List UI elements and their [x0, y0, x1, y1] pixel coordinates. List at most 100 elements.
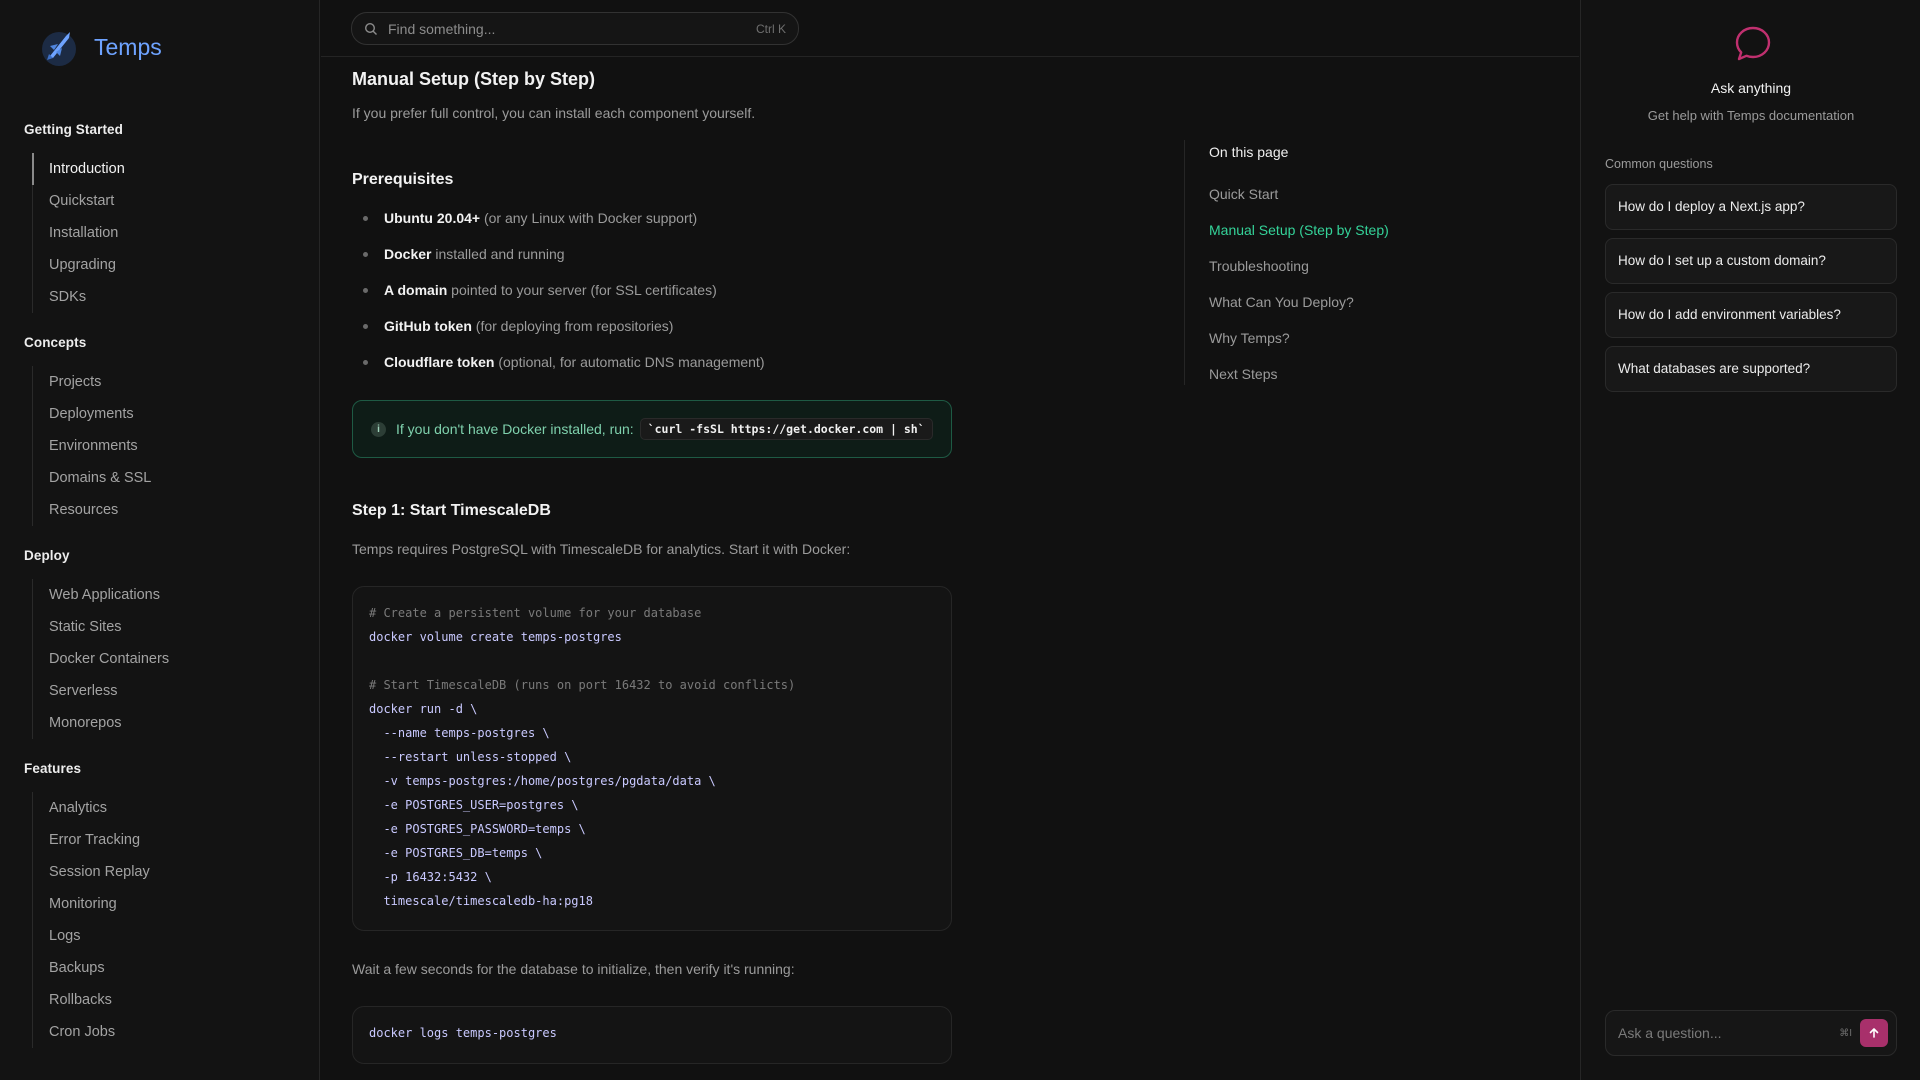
common-questions-list: How do I deploy a Next.js app? How do I s…	[1605, 184, 1897, 400]
chat-bubble-icon	[1735, 26, 1771, 61]
list-item: Ubuntu 20.04+ (or any Linux with Docker …	[352, 200, 952, 236]
callout-code[interactable]: `curl -fsSL https://get.docker.com | sh`	[639, 418, 933, 440]
assistant-panel: Ask anything Get help with Temps documen…	[1580, 0, 1920, 1080]
prerequisites-list: Ubuntu 20.04+ (or any Linux with Docker …	[352, 200, 952, 380]
toc-item-quick-start[interactable]: Quick Start	[1209, 176, 1414, 212]
section-title: Manual Setup (Step by Step)	[352, 69, 596, 89]
search-icon	[364, 22, 377, 35]
send-button[interactable]	[1860, 1019, 1888, 1047]
sidebar-item-environments[interactable]: Environments	[33, 430, 304, 462]
sidebar-item-rollbacks[interactable]: Rollbacks	[33, 984, 304, 1016]
sidebar-nav: Getting Started Introduction Quickstart Ins…	[24, 122, 304, 1070]
toc-title: On this page	[1209, 144, 1289, 160]
code-line: -e POSTGRES_PASSWORD=temps \	[369, 822, 586, 836]
topbar: Find something... Ctrl K	[321, 0, 1579, 57]
step1-intro: Temps requires PostgreSQL with Timescale…	[352, 541, 851, 557]
search-placeholder: Find something...	[388, 20, 496, 37]
code-block-timescaledb[interactable]: # Create a persistent volume for your da…	[352, 586, 952, 931]
code-block-logs[interactable]: docker logs temps-postgres	[352, 1006, 952, 1064]
prereq-detail: (optional, for automatic DNS management)	[494, 354, 765, 370]
prereq-name: Ubuntu 20.04+	[384, 210, 481, 226]
sidebar-item-monorepos[interactable]: Monorepos	[33, 707, 304, 739]
list-item: Cloudflare token (optional, for automati…	[352, 344, 952, 380]
nav-group-title: Features	[24, 761, 82, 776]
nav-group-items: Analytics Error Tracking Session Replay Mon…	[32, 792, 304, 1048]
code-line: docker volume create temps-postgres	[369, 630, 622, 644]
nav-group-items: Introduction Quickstart Installation Upgrad…	[32, 153, 304, 313]
nav-group: Concepts Projects Deployments Environments D…	[24, 335, 304, 526]
prereq-detail: (for deploying from repositories)	[471, 318, 674, 334]
prereq-name: Docker	[384, 246, 432, 262]
sidebar-item-static-sites[interactable]: Static Sites	[33, 611, 304, 643]
common-question-button[interactable]: How do I set up a custom domain?	[1605, 238, 1897, 284]
code-line: docker logs temps-postgres	[369, 1026, 557, 1040]
sidebar-item-monitoring[interactable]: Monitoring	[33, 888, 304, 920]
sidebar-item-deployments[interactable]: Deployments	[33, 398, 304, 430]
code-line: -e POSTGRES_DB=temps \	[369, 846, 543, 860]
code-line: --name temps-postgres \	[369, 726, 550, 740]
nav-group: Getting Started Introduction Quickstart Ins…	[24, 122, 304, 313]
rocket-logo-icon	[42, 32, 76, 66]
sidebar-item-projects[interactable]: Projects	[33, 366, 304, 398]
code-line: # Create a persistent volume for your da…	[369, 606, 702, 620]
code-line: timescale/timescaledb-ha:pg18	[369, 894, 593, 908]
search-input[interactable]: Find something... Ctrl K	[351, 12, 799, 45]
prereq-name: A domain	[384, 282, 448, 298]
search-shortcut: Ctrl K	[756, 21, 786, 36]
nav-group: Deploy Web Applications Static Sites Docker…	[24, 548, 304, 739]
list-item: A domain pointed to your server (for SSL…	[352, 272, 952, 308]
docker-install-callout: i If you don't have Docker installed, ru…	[352, 400, 952, 458]
sidebar-item-backups[interactable]: Backups	[33, 952, 304, 984]
callout-text: If you don't have Docker installed, run:	[396, 421, 634, 437]
code-line: -p 16432:5432 \	[369, 870, 492, 884]
sidebar-item-cron-jobs[interactable]: Cron Jobs	[33, 1016, 304, 1048]
sidebar-item-resources[interactable]: Resources	[33, 494, 304, 526]
code-line: # Start TimescaleDB (runs on port 16432 …	[369, 678, 796, 692]
code-line: docker run -d \	[369, 702, 478, 716]
sidebar: Temps Getting Started Introduction Quickst…	[0, 0, 320, 1080]
nav-group-items: Web Applications Static Sites Docker Conta…	[32, 579, 304, 739]
section-intro: If you prefer full control, you can inst…	[352, 105, 756, 121]
sidebar-item-logs[interactable]: Logs	[33, 920, 304, 952]
common-question-button[interactable]: How do I deploy a Next.js app?	[1605, 184, 1897, 230]
sidebar-item-docker-containers[interactable]: Docker Containers	[33, 643, 304, 675]
brand-name: Temps	[94, 33, 162, 60]
toc-item-manual-setup-step-by-step[interactable]: Manual Setup (Step by Step)	[1209, 212, 1414, 248]
ask-question-input[interactable]	[1618, 1025, 1840, 1041]
sidebar-item-quickstart[interactable]: Quickstart	[33, 185, 304, 217]
common-question-button[interactable]: How do I add environment variables?	[1605, 292, 1897, 338]
assistant-subtitle: Get help with Temps documentation	[1647, 108, 1855, 123]
code-line: -v temps-postgres:/home/postgres/pgdata/…	[369, 774, 716, 788]
toc-item-why-temps[interactable]: Why Temps?	[1209, 320, 1414, 356]
toc-item-next-steps[interactable]: Next Steps	[1209, 356, 1414, 392]
list-item: Docker installed and running	[352, 236, 952, 272]
toc-list: Quick Start Manual Setup (Step by Step) Tr…	[1209, 176, 1414, 392]
sidebar-item-installation[interactable]: Installation	[33, 217, 304, 249]
info-icon: i	[371, 421, 386, 437]
sidebar-item-sdks[interactable]: SDKs	[33, 281, 304, 313]
ask-shortcut: ⌘I	[1839, 1027, 1852, 1039]
sidebar-item-session-replay[interactable]: Session Replay	[33, 856, 304, 888]
brand[interactable]: Temps	[36, 24, 162, 70]
sidebar-item-error-tracking[interactable]: Error Tracking	[33, 824, 304, 856]
sidebar-item-analytics[interactable]: Analytics	[33, 792, 304, 824]
prereq-name: Cloudflare token	[384, 354, 495, 370]
sidebar-item-upgrading[interactable]: Upgrading	[33, 249, 304, 281]
arrow-up-icon	[1869, 1028, 1879, 1038]
sidebar-item-serverless[interactable]: Serverless	[33, 675, 304, 707]
code-line: --restart unless-stopped \	[369, 750, 572, 764]
toc-item-what-can-you-deploy[interactable]: What Can You Deploy?	[1209, 284, 1414, 320]
nav-group-title: Concepts	[24, 335, 87, 350]
common-question-button[interactable]: What databases are supported?	[1605, 346, 1897, 392]
sidebar-item-domains-ssl[interactable]: Domains & SSL	[33, 462, 304, 494]
nav-group-items: Projects Deployments Environments Domains &…	[32, 366, 304, 526]
prereq-detail: (or any Linux with Docker support)	[480, 210, 698, 226]
nav-group-title: Getting Started	[24, 122, 124, 137]
sidebar-item-introduction[interactable]: Introduction	[32, 153, 304, 185]
toc-item-troubleshooting[interactable]: Troubleshooting	[1209, 248, 1414, 284]
list-item: GitHub token (for deploying from reposit…	[352, 308, 952, 344]
prereq-detail: installed and running	[431, 246, 565, 262]
sidebar-item-web-applications[interactable]: Web Applications	[33, 579, 304, 611]
prereq-detail: pointed to your server (for SSL certific…	[447, 282, 717, 298]
